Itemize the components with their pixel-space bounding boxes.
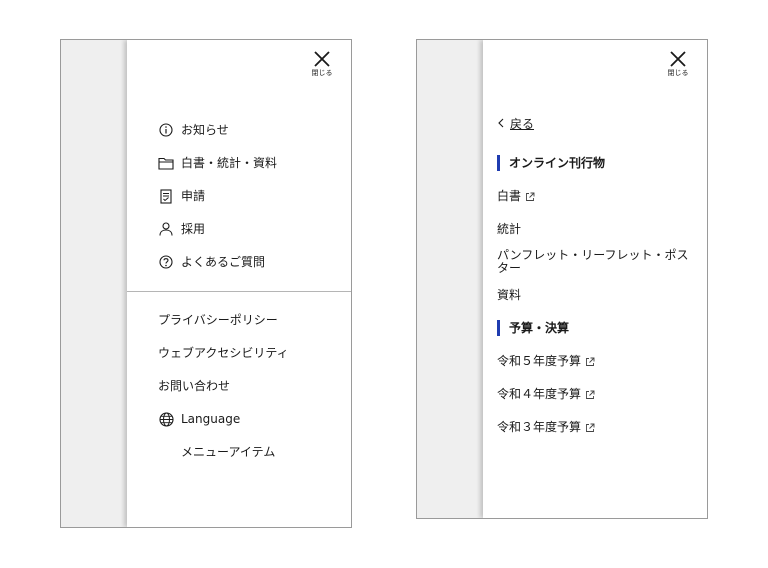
list-item-label: 令和４年度予算 — [497, 387, 582, 401]
external-link-icon — [585, 357, 595, 367]
close-label: 閉じる — [311, 69, 333, 77]
globe-icon — [158, 411, 174, 427]
chevron-left-icon — [497, 116, 504, 132]
menu-item-news[interactable]: お知らせ — [158, 122, 229, 138]
menu-item-label: よくあるご質問 — [181, 255, 266, 269]
back-label: 戻る — [510, 117, 535, 131]
close-label: 閉じる — [667, 69, 689, 77]
list-item-whitepaper[interactable]: 白書 — [497, 190, 697, 203]
menu-divider — [127, 291, 351, 292]
close-button[interactable]: 閉じる — [665, 50, 691, 77]
link-contact[interactable]: お問い合わせ — [158, 378, 230, 394]
link-menu-item[interactable]: メニューアイテム — [181, 444, 275, 460]
list-item-budget-r3[interactable]: 令和３年度予算 — [497, 421, 697, 434]
section-heading-online-publications: オンライン刊行物 — [497, 155, 605, 171]
external-link-icon — [585, 423, 595, 433]
external-link-icon — [585, 390, 595, 400]
link-web-accessibility[interactable]: ウェブアクセシビリティ — [158, 345, 289, 361]
list-item-label: 令和３年度予算 — [497, 420, 582, 434]
close-button[interactable]: 閉じる — [309, 50, 335, 77]
language-label: Language — [181, 412, 241, 426]
menu-drawer: 閉じる お知らせ 白書・統計・資料 申請 採用 よくあるご質問 プライバシーポリ… — [127, 40, 351, 527]
list-item-label: 統計 — [497, 222, 522, 236]
menu-item-label: 採用 — [181, 222, 206, 236]
right-submenu-screen: 閉じる 戻る オンライン刊行物 白書 統計 パンフレット・リーフレット・ポスター… — [416, 39, 708, 519]
page-backdrop[interactable] — [417, 40, 483, 518]
list-item-budget-r4[interactable]: 令和４年度予算 — [497, 388, 697, 401]
folder-icon — [158, 155, 174, 171]
list-item-label: パンフレット・リーフレット・ポスター — [497, 248, 689, 275]
section-heading-budget: 予算・決算 — [497, 320, 569, 336]
person-icon — [158, 221, 174, 237]
menu-item-label: 白書・統計・資料 — [181, 156, 278, 170]
document-icon — [158, 188, 174, 204]
page-backdrop[interactable] — [61, 40, 127, 527]
menu-item-label: お知らせ — [181, 123, 229, 137]
submenu-drawer: 閉じる 戻る オンライン刊行物 白書 統計 パンフレット・リーフレット・ポスター… — [483, 40, 707, 518]
menu-item-application[interactable]: 申請 — [158, 188, 205, 204]
close-icon — [670, 51, 686, 67]
menu-item-recruit[interactable]: 採用 — [158, 221, 205, 237]
question-icon — [158, 254, 174, 270]
list-item-materials[interactable]: 資料 — [497, 289, 697, 302]
menu-item-whitepaper[interactable]: 白書・統計・資料 — [158, 155, 277, 171]
menu-item-label: 申請 — [181, 189, 206, 203]
list-item-pamphlets[interactable]: パンフレット・リーフレット・ポスター — [497, 249, 697, 275]
link-privacy-policy[interactable]: プライバシーポリシー — [158, 312, 278, 328]
back-link[interactable]: 戻る — [497, 116, 534, 132]
menu-item-faq[interactable]: よくあるご質問 — [158, 254, 265, 270]
close-icon — [314, 51, 330, 67]
language-button[interactable]: Language — [158, 411, 240, 427]
list-item-label: 白書 — [497, 189, 522, 203]
list-item-budget-r5[interactable]: 令和５年度予算 — [497, 355, 697, 368]
list-item-label: 資料 — [497, 288, 522, 302]
info-icon — [158, 122, 174, 138]
left-menu-screen: 閉じる お知らせ 白書・統計・資料 申請 採用 よくあるご質問 プライバシーポリ… — [60, 39, 352, 528]
list-item-label: 令和５年度予算 — [497, 354, 582, 368]
external-link-icon — [525, 192, 535, 202]
list-item-statistics[interactable]: 統計 — [497, 223, 697, 236]
